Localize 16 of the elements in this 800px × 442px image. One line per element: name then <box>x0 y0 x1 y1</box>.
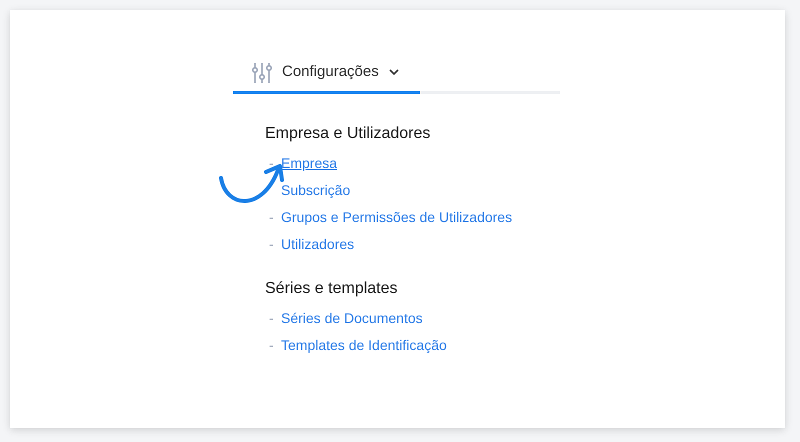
chevron-down-icon <box>388 69 399 76</box>
settings-link[interactable]: Utilizadores <box>281 234 354 255</box>
dash-marker: - <box>269 310 274 326</box>
dash-marker: - <box>269 155 274 171</box>
settings-link[interactable]: Grupos e Permissões de Utilizadores <box>281 207 512 228</box>
dash-marker: - <box>269 337 274 353</box>
settings-tab[interactable]: Configurações <box>233 54 420 94</box>
settings-link[interactable]: Séries de Documentos <box>281 308 423 329</box>
dash-marker: - <box>269 236 274 252</box>
section-heading: Séries e templates <box>265 279 399 299</box>
section-heading: Empresa e Utilizadores <box>265 124 432 144</box>
settings-link[interactable]: Templates de Identificação <box>281 335 447 356</box>
sliders-icon <box>252 62 272 84</box>
settings-link[interactable]: Empresa <box>281 153 338 174</box>
dash-marker: - <box>269 209 274 225</box>
settings-link[interactable]: Subscrição <box>281 180 350 201</box>
